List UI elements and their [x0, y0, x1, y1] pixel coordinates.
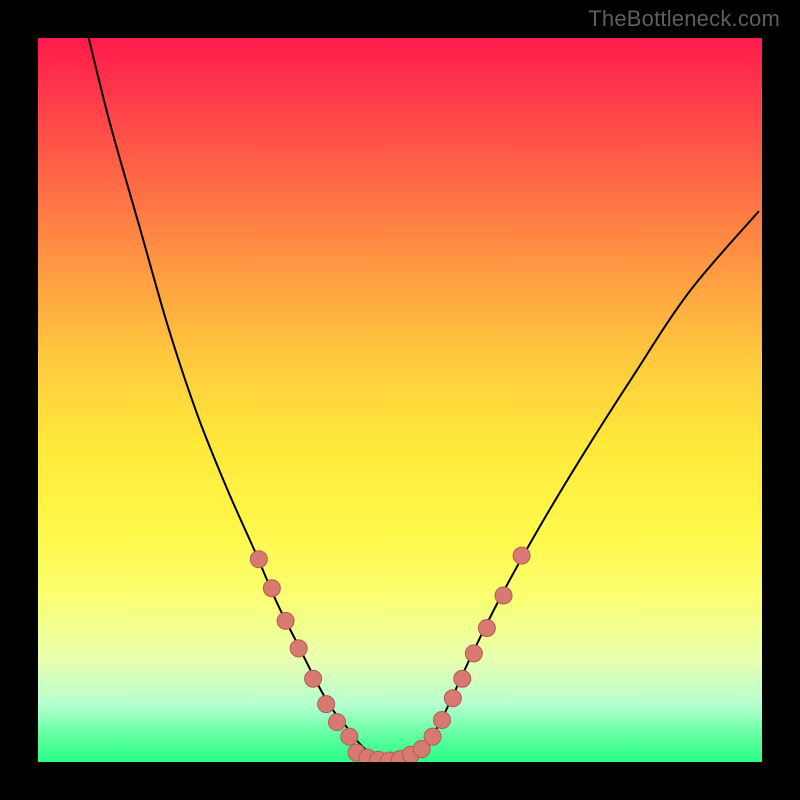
- data-dot: [513, 547, 530, 564]
- data-dot: [478, 620, 495, 637]
- data-dot: [250, 551, 267, 568]
- bottleneck-curve: [89, 38, 759, 761]
- data-dot: [433, 712, 450, 729]
- data-dot: [329, 714, 346, 731]
- chart-frame: TheBottleneck.com: [0, 0, 800, 800]
- data-dot: [465, 645, 482, 662]
- data-dot: [424, 728, 441, 745]
- data-dot: [341, 728, 358, 745]
- data-dot: [495, 587, 512, 604]
- data-dot: [454, 670, 471, 687]
- data-dots: [250, 547, 530, 762]
- data-dot: [277, 612, 294, 629]
- data-dot: [290, 640, 307, 657]
- data-dot: [318, 696, 335, 713]
- curve-layer: [38, 38, 762, 762]
- data-dot: [305, 670, 322, 687]
- data-dot: [444, 690, 461, 707]
- watermark-label: TheBottleneck.com: [588, 6, 780, 32]
- plot-area: [38, 38, 762, 762]
- data-dot: [263, 580, 280, 597]
